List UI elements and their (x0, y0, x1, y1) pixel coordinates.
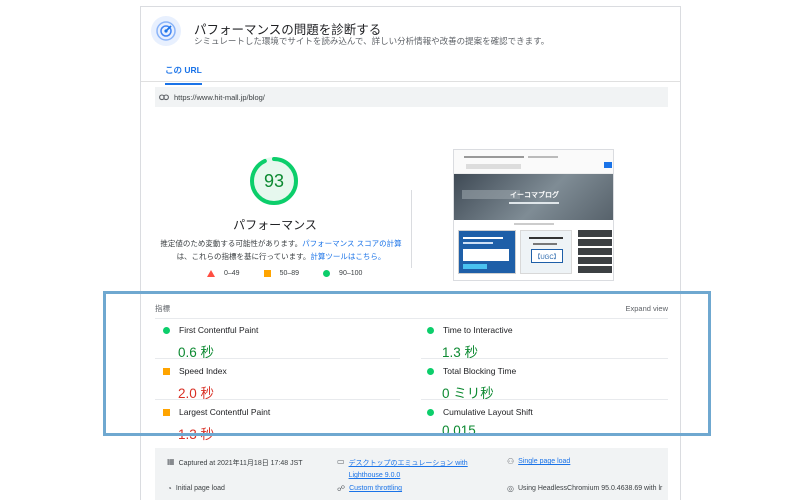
calendar-icon: ▦ (167, 457, 175, 466)
url-bar: https://www.hit-mall.jp/blog/ (155, 87, 668, 107)
disclaimer-text: 推定値のため変動する可能性があります。 (160, 239, 303, 248)
chrome-icon: ◎ (507, 484, 514, 493)
page-screenshot-thumbnail: イーコマブログ 【UGC】 (453, 149, 614, 281)
emulation-info: ▭ デスクトップのエミュレーション with Lighthouse 9.0.0 (337, 457, 468, 480)
emulation-link[interactable]: デスクトップのエミュレーション with (349, 460, 468, 467)
custom-throttling-link[interactable]: Custom throttling (349, 485, 402, 492)
circle-icon (323, 270, 331, 277)
performance-label: パフォーマンス (233, 218, 317, 232)
desktop-icon: ▭ (337, 457, 345, 466)
speedometer-icon (151, 16, 181, 46)
single-page-load: ⚇ Single page load (507, 458, 570, 466)
link-icon (159, 88, 169, 106)
metrics-highlight-box (103, 291, 711, 436)
vertical-divider (411, 190, 412, 268)
captured-text: Captured at 2021年11月18日 17:48 JST (178, 460, 303, 467)
captured-at: ▦ Captured at 2021年11月18日 17:48 JST (167, 458, 303, 468)
legend-average-range: 50–89 (279, 270, 300, 277)
legend-poor-range: 0–49 (224, 270, 240, 277)
legend-good-range: 90–100 (339, 270, 363, 277)
tab-divider (141, 81, 680, 82)
triangle-icon (207, 270, 215, 277)
legend-poor: 0–49 (207, 270, 240, 277)
score-calculation-link[interactable]: パフォーマンス スコアの計算 (302, 239, 401, 248)
single-page-load-link[interactable]: Single page load (518, 458, 570, 465)
square-icon (263, 270, 271, 277)
network-icon: ☍ (337, 484, 346, 493)
thumbnail-promo-badge: 【UGC】 (531, 249, 563, 263)
score-legend: 0–49 50–89 90–100 (207, 270, 386, 277)
run-details-footer: ▦ Captured at 2021年11月18日 17:48 JST ▭ デス… (155, 448, 668, 500)
disclaimer-text-2: は、これらの指標を基に行っています。 (176, 252, 311, 261)
legend-good: 90–100 (323, 270, 362, 277)
initial-page-load: ◔ Initial page load (167, 485, 225, 493)
people-icon: ⚇ (507, 457, 515, 466)
lighthouse-version-link[interactable]: Lighthouse 9.0.0 (349, 472, 401, 479)
thumbnail-hero-text: イーコマブログ (510, 192, 559, 199)
calculator-link[interactable]: 計算ツールはこちら。 (310, 252, 385, 261)
score-disclaimer: 推定値のため変動する可能性があります。パフォーマンス スコアの計算 は、これらの… (157, 237, 405, 263)
chromium-version-text: Using HeadlessChromium 95.0.4638.69 with… (517, 485, 663, 492)
page-subtitle: シミュレートした環境でサイトを読み込んで、詳しい分析情報や改善の提案を確認できま… (194, 36, 550, 46)
tested-url[interactable]: https://www.hit-mall.jp/blog/ (174, 93, 265, 102)
legend-average: 50–89 (263, 270, 300, 277)
performance-score: 93 (263, 170, 285, 191)
browser-info: ◎ Using HeadlessChromium 95.0.4638.69 wi… (507, 485, 662, 493)
initial-load-text: Initial page load (175, 485, 225, 492)
timer-icon: ◔ (167, 484, 172, 493)
throttling-info: ☍ Custom throttling (337, 485, 402, 493)
